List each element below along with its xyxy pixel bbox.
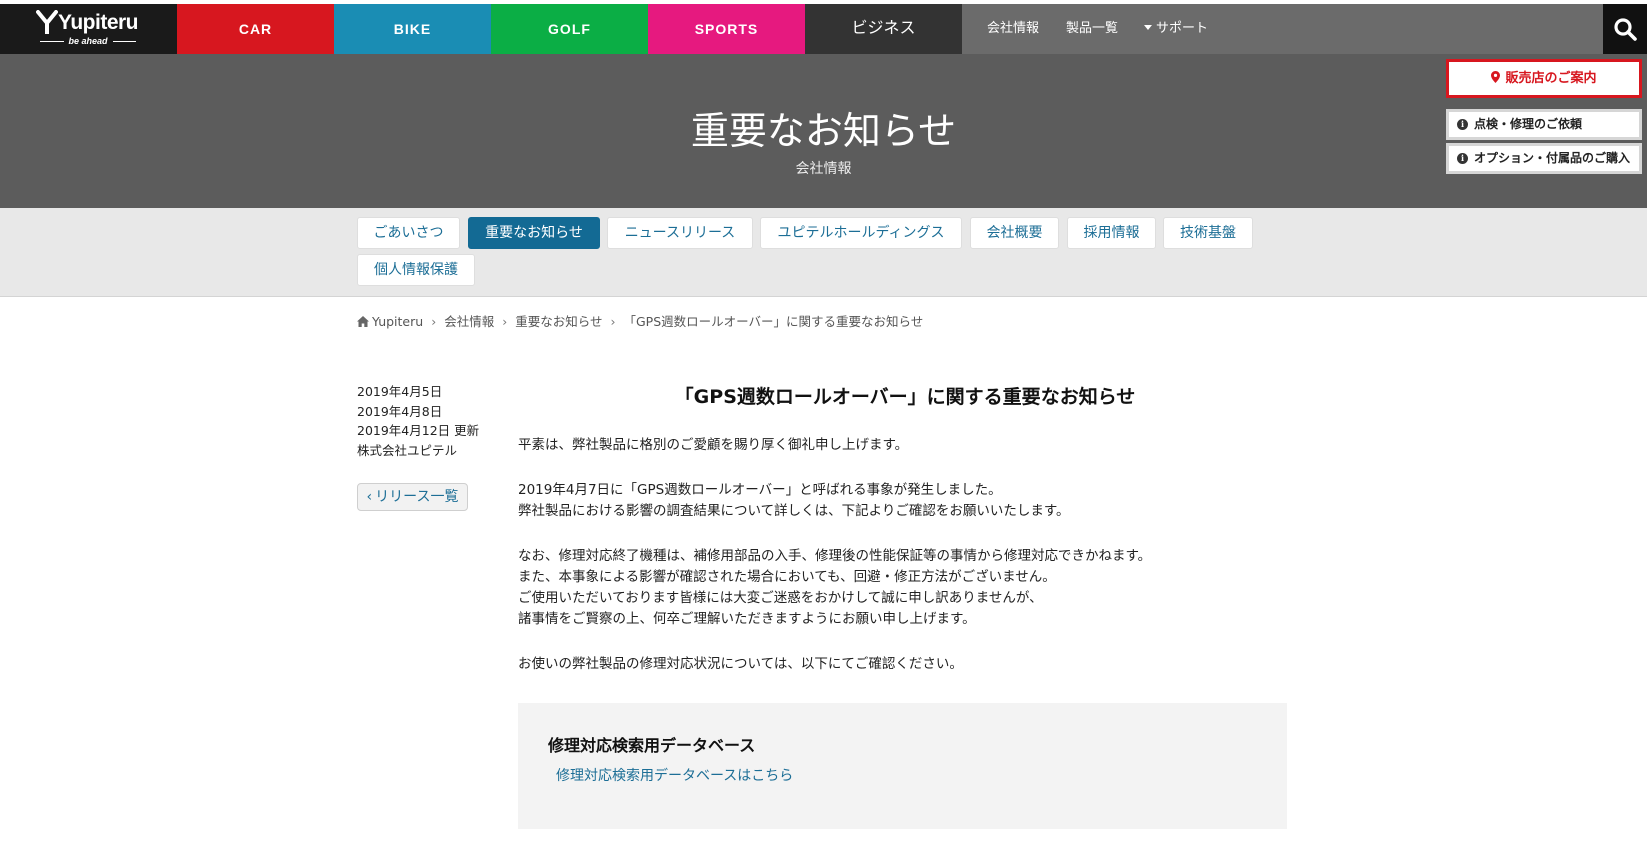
nav-golf[interactable]: GOLF bbox=[491, 4, 648, 54]
nav-support-label: サポート bbox=[1156, 21, 1209, 36]
repair-request-button[interactable]: i 点検・修理のご依頼 bbox=[1446, 109, 1642, 140]
tab-privacy[interactable]: 個人情報保護 bbox=[357, 254, 475, 286]
dealer-guide-button[interactable]: 販売店のご案内 bbox=[1446, 59, 1642, 98]
chevron-right-icon: › bbox=[502, 314, 508, 329]
breadcrumb-important-notices[interactable]: 重要なお知らせ bbox=[515, 314, 602, 329]
page-subtitle: 会社情報 bbox=[795, 161, 852, 177]
nav-product-list[interactable]: 製品一覧 bbox=[1066, 4, 1118, 54]
text-line: お使いの弊社製品の修理対応状況については、以下にてご確認ください。 bbox=[518, 656, 963, 672]
repair-database-box: 修理対応検索用データベース 修理対応検索用データベースはこちら bbox=[518, 703, 1287, 829]
release-date: 2019年4月8日 bbox=[357, 403, 443, 419]
info-icon: i bbox=[1457, 119, 1468, 130]
chevron-left-icon: ‹ bbox=[366, 489, 373, 505]
article-title: 「GPS週数ロールオーバー」に関する重要なお知らせ bbox=[674, 386, 1136, 408]
breadcrumb: Yupiteru › 会社情報 › 重要なお知らせ › 「GPS週数ロールオーバー」に関する… bbox=[357, 311, 923, 330]
text-line: 弊社製品における影響の調査結果について詳しくは、下記よりご確認をお願いいたします… bbox=[518, 503, 1070, 519]
nav-car[interactable]: CAR bbox=[177, 4, 334, 54]
paragraph-event: 2019年4月7日に「GPS週数ロールオーバー」と呼ばれる事象が発生しました。 … bbox=[518, 480, 1278, 522]
search-icon bbox=[1614, 18, 1637, 41]
breadcrumb-current: 「GPS週数ロールオーバー」に関する重要なお知らせ bbox=[623, 314, 924, 329]
logo-mark-icon bbox=[36, 10, 58, 34]
tab-technology[interactable]: 技術基盤 bbox=[1163, 217, 1253, 249]
home-icon bbox=[357, 316, 369, 327]
chevron-right-icon: › bbox=[431, 314, 437, 329]
paragraph-repair-notice: なお、修理対応終了機種は、補修用部品の入手、修理後の性能保証等の事情から修理対応… bbox=[518, 546, 1278, 630]
tab-company-profile[interactable]: 会社概要 bbox=[970, 217, 1059, 249]
option-purchase-button[interactable]: i オプション・付属品のご購入 bbox=[1446, 143, 1642, 174]
nav-sports[interactable]: SPORTS bbox=[648, 4, 805, 54]
back-to-release-list-button[interactable]: ‹ リリース一覧 bbox=[357, 483, 468, 511]
chevron-right-icon: › bbox=[610, 314, 616, 329]
tab-greeting[interactable]: ごあいさつ bbox=[357, 217, 460, 249]
logo-tagline: be ahead bbox=[40, 36, 136, 46]
search-button[interactable] bbox=[1603, 4, 1647, 54]
tab-yupiteru-holdings[interactable]: ユピテルホールディングス bbox=[760, 217, 962, 249]
company-name: 株式会社ユピテル bbox=[357, 442, 458, 458]
release-date: 2019年4月5日 bbox=[357, 384, 443, 399]
text-line: 平素は、弊社製品に格別のご愛顧を賜り厚く御礼申し上げます。 bbox=[518, 437, 909, 453]
nav-bike[interactable]: BIKE bbox=[334, 4, 491, 54]
tab-important-notices[interactable]: 重要なお知らせ bbox=[468, 217, 600, 249]
section-tabs: ごあいさつ 重要なお知らせ ニュースリリース ユピテルホールディングス 会社概要… bbox=[0, 208, 1647, 297]
update-date: 2019年4月12日 更新 bbox=[357, 423, 480, 438]
tab-news-release[interactable]: ニュースリリース bbox=[607, 217, 753, 249]
release-meta: 2019年4月5日 2019年4月8日 2019年4月12日 更新 株式会社ユピ… bbox=[357, 382, 479, 460]
breadcrumb-home[interactable]: Yupiteru bbox=[372, 314, 423, 329]
logo-wordmark: Yupiteru bbox=[58, 11, 139, 34]
breadcrumb-company-info[interactable]: 会社情報 bbox=[444, 314, 494, 329]
paragraph-check-status: お使いの弊社製品の修理対応状況については、以下にてご確認ください。 bbox=[518, 654, 1278, 675]
page-hero: 重要なお知らせ 会社情報 bbox=[0, 54, 1647, 208]
tab-recruitment[interactable]: 採用情報 bbox=[1067, 217, 1156, 249]
text-line: また、本事象による影響が確認された場合においても、回避・修正方法がございません。 bbox=[518, 569, 1056, 585]
text-line: なお、修理対応終了機種は、補修用部品の入手、修理後の性能保証等の事情から修理対応… bbox=[518, 548, 1152, 564]
top-navigation: Yupiteru be ahead CAR BIKE GOLF SPORTS ビ… bbox=[0, 4, 1647, 54]
text-line: 諸事情をご賢察の上、何卒ご理解いただきますようにお願い申し上げます。 bbox=[518, 611, 976, 627]
info-icon: i bbox=[1457, 153, 1468, 164]
nav-company-info[interactable]: 会社情報 bbox=[987, 4, 1039, 54]
repair-database-link[interactable]: 修理対応検索用データベースはこちら bbox=[556, 765, 793, 785]
caret-down-icon bbox=[1144, 25, 1152, 30]
repair-request-label: 点検・修理のご依頼 bbox=[1474, 117, 1583, 131]
repair-database-title: 修理対応検索用データベース bbox=[548, 736, 756, 755]
nav-support[interactable]: サポート bbox=[1144, 4, 1208, 54]
nav-business[interactable]: ビジネス bbox=[805, 4, 962, 54]
text-line: 2019年4月7日に「GPS週数ロールオーバー」と呼ばれる事象が発生しました。 bbox=[518, 482, 1002, 498]
map-pin-icon bbox=[1491, 71, 1501, 83]
page-title: 重要なお知らせ bbox=[690, 109, 957, 153]
article-body: 平素は、弊社製品に格別のご愛顧を賜り厚く御礼申し上げます。 2019年4月7日に… bbox=[518, 435, 1278, 699]
dealer-guide-label: 販売店のご案内 bbox=[1505, 71, 1597, 86]
yupiteru-logo[interactable]: Yupiteru be ahead bbox=[0, 4, 177, 54]
option-purchase-label: オプション・付属品のご購入 bbox=[1474, 151, 1631, 165]
back-to-release-list-label: リリース一覧 bbox=[375, 489, 459, 505]
text-line: ご使用いただいております皆様には大変ご迷惑をおかけして誠に申し訳ありませんが、 bbox=[518, 590, 1043, 606]
paragraph-greeting: 平素は、弊社製品に格別のご愛顧を賜り厚く御礼申し上げます。 bbox=[518, 435, 1278, 456]
